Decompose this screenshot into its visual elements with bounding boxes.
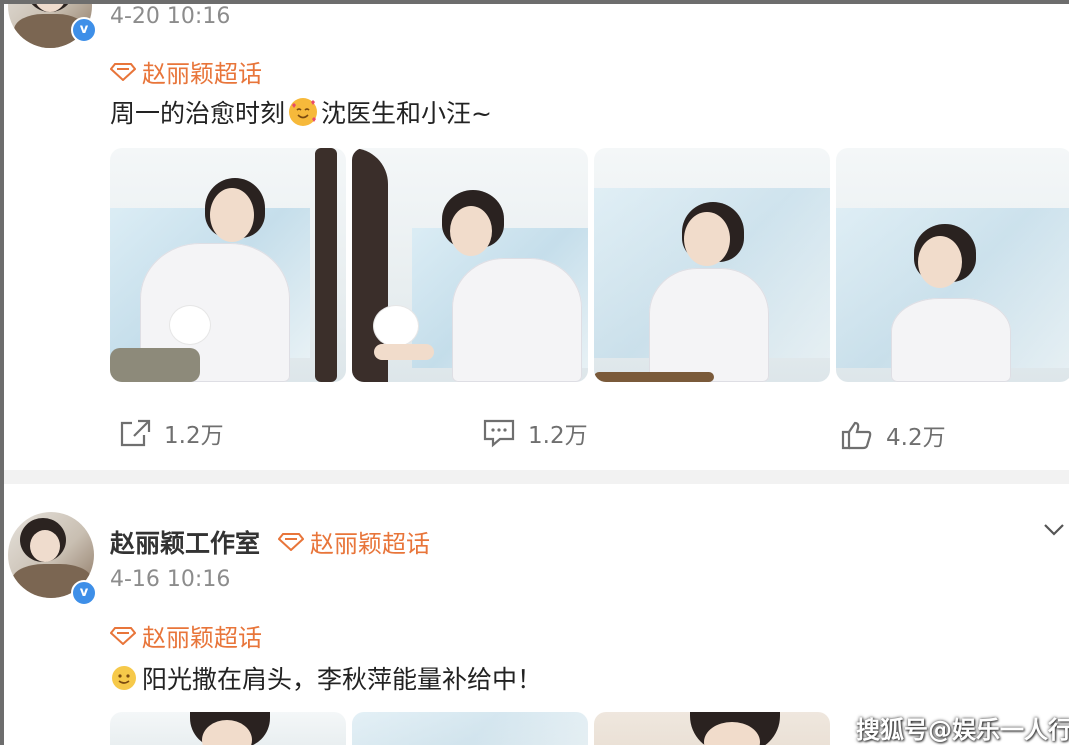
share-button[interactable]: 1.2万 (118, 416, 224, 450)
post-divider (4, 470, 1069, 484)
post-time: 4-20 10:16 (110, 4, 231, 29)
smiling-face-with-hearts-icon (289, 98, 318, 126)
post-photo[interactable] (352, 148, 588, 382)
post-photo[interactable] (594, 712, 830, 745)
diamond-icon (278, 532, 304, 551)
share-icon (120, 419, 151, 447)
post-photo[interactable] (836, 148, 1069, 382)
topic-label: 赵丽颖超话 (310, 530, 430, 558)
share-count: 1.2万 (164, 423, 224, 449)
comment-button[interactable]: 1.2万 (482, 416, 588, 450)
user-topic-link[interactable]: 赵丽颖超话 (278, 524, 430, 559)
post-photo[interactable] (352, 712, 588, 745)
post-text-start: 周一的治愈时刻 (110, 99, 286, 128)
comment-icon (483, 419, 515, 448)
username[interactable]: 赵丽颖工作室 (110, 524, 260, 560)
like-button[interactable]: 4.2万 (840, 418, 946, 452)
diamond-icon (110, 62, 136, 81)
post-photo[interactable] (110, 148, 346, 382)
like-count: 4.2万 (886, 425, 946, 451)
smiling-face-icon (110, 664, 138, 692)
topic-link[interactable]: 赵丽颖超话 (110, 618, 262, 653)
post-photo[interactable] (594, 148, 830, 382)
post-time: 4-16 10:16 (110, 567, 231, 592)
topic-label: 赵丽颖超话 (142, 60, 262, 88)
post-photo[interactable] (110, 712, 346, 745)
post-text-body: 阳光撒在肩头，李秋萍能量补给中！ (142, 665, 543, 694)
topic-link[interactable]: 赵丽颖超话 (110, 54, 262, 89)
diamond-icon (110, 626, 136, 645)
verified-badge-icon: v (71, 580, 97, 606)
watermark: 搜狐号@娱乐一人行 (856, 716, 1069, 744)
post-text-end: 沈医生和小汪~ (321, 99, 492, 128)
post-text: 阳光撒在肩头，李秋萍能量补给中！ (110, 660, 542, 696)
post-text: 周一的治愈时刻 沈医生和小汪~ (110, 94, 492, 130)
feed-frame: v 4-20 10:16 赵丽颖超话 周一的治愈时刻 沈医生和小汪~ 1.2万 … (0, 0, 1069, 745)
verified-badge-icon: v (71, 17, 97, 43)
topic-label: 赵丽颖超话 (142, 624, 262, 652)
thumbs-up-icon (841, 421, 872, 450)
comment-count: 1.2万 (528, 423, 588, 449)
chevron-down-icon[interactable] (1042, 522, 1066, 538)
